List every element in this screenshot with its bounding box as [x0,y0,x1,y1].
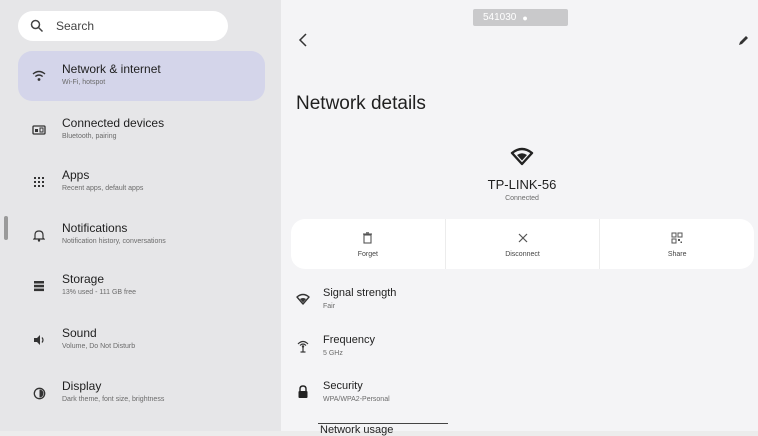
action-label: Disconnect [505,250,540,258]
share-button[interactable]: Share [599,219,754,269]
sidebar-item-storage[interactable]: Storage 13% used - 111 GB free [18,261,265,311]
detail-title: Security [323,380,363,392]
sidebar-item-sound[interactable]: Sound Volume, Do Not Disturb [18,315,265,365]
detail-value: 5 GHz [323,350,343,357]
sidebar-item-title: Connected devices [62,116,165,130]
sidebar-item-title: Display [62,379,102,393]
sidebar-item-title: Storage [62,272,105,286]
sidebar: Search Network & internet Wi-Fi, hotspot [0,0,281,431]
signal-icon [295,291,311,307]
detail-row-security: Security WPA/WPA2-Personal [291,380,731,420]
user-icon: ● [522,12,528,23]
detail-value: WPA/WPA2-Personal [323,396,390,403]
partial-row-title: Network usage [320,424,394,436]
sidebar-item-subtitle: Volume, Do Not Disturb [62,343,136,350]
sidebar-item-subtitle: Recent apps, default apps [62,185,144,192]
sidebar-item-title: Network & internet [62,62,161,76]
search-placeholder: Search [56,19,95,33]
status-chip-text: 541030 [483,12,517,23]
lock-icon [295,384,311,400]
speaker-icon [30,331,48,349]
sidebar-item-title: Notifications [62,221,128,235]
pencil-icon [739,36,748,45]
antenna-icon [295,338,311,354]
page-title: Network details [296,93,426,114]
sidebar-item-title: Apps [62,168,90,182]
status-chip: 541030 ● [473,9,568,26]
back-button[interactable] [293,30,313,50]
edit-button[interactable] [734,32,752,50]
sidebar-item-subtitle: Bluetooth, pairing [62,133,117,140]
action-label: Share [667,250,687,258]
network-name: TP-LINK-56 [487,177,557,192]
connected-devices-icon [30,121,48,139]
detail-title: Frequency [323,334,375,346]
settings-window: Search Network & internet Wi-Fi, hotspot [0,0,758,436]
back-arrow-icon [298,33,307,47]
detail-title: Signal strength [323,287,397,299]
sidebar-item-notifications[interactable]: Notifications Notification history, conv… [18,210,265,260]
sidebar-item-display[interactable]: Display Dark theme, font size, brightnes… [18,368,265,418]
sidebar-item-apps[interactable]: Apps Recent apps, default apps [18,157,265,207]
detail-value: Fair [323,303,336,310]
search-bar[interactable]: Search [18,11,228,41]
close-icon [518,231,528,245]
sidebar-item-connected-devices[interactable]: Connected devices Bluetooth, pairing [18,105,265,155]
action-label: Forget [357,250,378,258]
sidebar-item-subtitle: Notification history, conversations [62,238,166,245]
bell-icon [30,226,48,244]
apps-grid-icon [30,173,48,191]
qr-code-icon [671,231,683,245]
pane-resize-handle[interactable] [4,216,8,240]
sidebar-item-subtitle: 13% used - 111 GB free [62,289,137,296]
trash-icon [362,231,373,245]
detail-row-signal-strength: Signal strength Fair [291,287,731,327]
sidebar-item-subtitle: Dark theme, font size, brightness [62,396,165,403]
wifi-icon [30,67,48,85]
disconnect-button[interactable]: Disconnect [444,219,600,269]
network-actions: Forget Disconnect Share [291,219,754,269]
detail-row-frequency: Frequency 5 GHz [291,334,731,374]
search-icon [30,19,44,33]
display-icon [30,384,48,402]
storage-icon [30,277,48,295]
sidebar-item-network[interactable]: Network & internet Wi-Fi, hotspot [18,51,265,101]
forget-button[interactable]: Forget [291,219,445,269]
sidebar-item-subtitle: Wi-Fi, hotspot [62,79,106,86]
network-status: Connected [505,195,539,202]
wifi-signal-icon [510,147,534,166]
sidebar-item-title: Sound [62,326,97,340]
